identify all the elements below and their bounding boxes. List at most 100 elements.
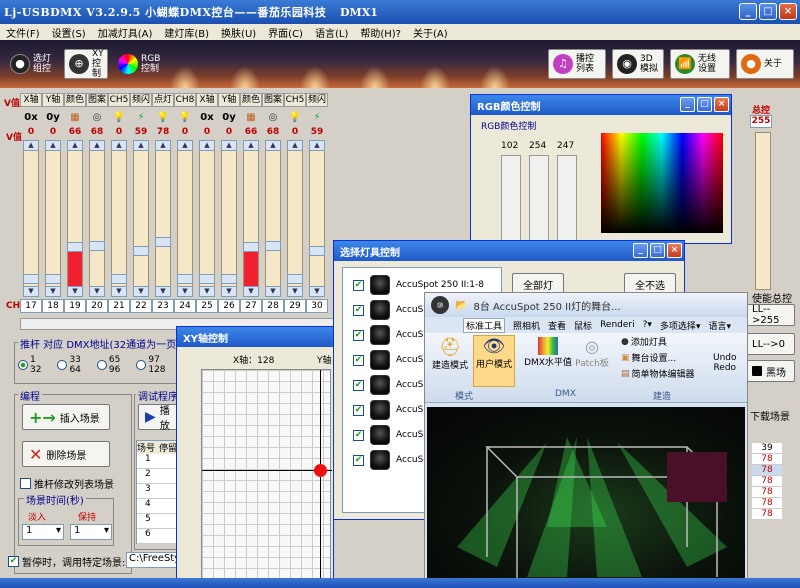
- pause-row[interactable]: ✔ 暂停时，调用特定场景:: [8, 554, 125, 569]
- menu-help[interactable]: 帮助(H)?: [360, 25, 401, 40]
- tab-standard-tools[interactable]: 标准工具: [463, 317, 506, 333]
- blue-slider[interactable]: [557, 155, 577, 243]
- slider-thumb[interactable]: [199, 274, 215, 284]
- table-row[interactable]: 3: [137, 484, 179, 499]
- fixture-checkbox[interactable]: ✔: [353, 279, 364, 291]
- red-slider[interactable]: [501, 155, 521, 243]
- fixture-list-item[interactable]: ✔ AccuS: [353, 399, 423, 421]
- fixture-list-item[interactable]: ✔ AccuS: [353, 299, 423, 321]
- menu-interface[interactable]: 界面(C): [268, 25, 303, 40]
- list-item[interactable]: 78: [752, 454, 782, 465]
- fixture-checkbox[interactable]: ✔: [353, 329, 364, 341]
- table-row[interactable]: 6: [137, 529, 179, 544]
- color-icon[interactable]: ▦: [240, 108, 262, 126]
- strobe-icon[interactable]: ⚡: [306, 108, 328, 126]
- color-icon[interactable]: ▦: [64, 108, 86, 126]
- menu-add-lights[interactable]: 加减灯具(A): [98, 25, 153, 40]
- table-row[interactable]: 5: [137, 514, 179, 529]
- menu-skin[interactable]: 换肤(U): [221, 25, 256, 40]
- table-row[interactable]: 4: [137, 499, 179, 514]
- fixture-checkbox[interactable]: ✔: [353, 404, 364, 416]
- green-slider[interactable]: [529, 155, 549, 243]
- 0y-icon[interactable]: 0y: [218, 108, 240, 126]
- push-page-option[interactable]: 33 64: [57, 355, 81, 375]
- push-page-option[interactable]: 65 96: [96, 355, 120, 375]
- ll-255-button[interactable]: LL-->255: [745, 304, 795, 326]
- patch-button[interactable]: ◎ Patch板: [575, 337, 609, 387]
- menu-about[interactable]: 关于(A): [413, 25, 448, 40]
- fixture-checkbox[interactable]: ✔: [353, 379, 364, 391]
- menu-settings[interactable]: 设置(S): [52, 25, 86, 40]
- fixture-checkbox[interactable]: ✔: [353, 429, 364, 441]
- color-picker[interactable]: [601, 133, 723, 233]
- channel-slider[interactable]: ▲ ▼: [20, 140, 42, 297]
- pause-checkbox[interactable]: ✔: [8, 556, 19, 567]
- channel-slider[interactable]: ▲ ▼: [42, 140, 64, 297]
- bulb-icon[interactable]: 💡: [108, 108, 130, 126]
- master-slider[interactable]: [755, 132, 771, 290]
- channel-slider[interactable]: ▲ ▼: [196, 140, 218, 297]
- select-light-button[interactable]: ● 选灯 组控: [6, 49, 56, 79]
- list-item[interactable]: 78: [752, 476, 782, 487]
- 3d-viewport[interactable]: [427, 407, 745, 587]
- fixture-checkbox[interactable]: ✔: [353, 304, 364, 316]
- play-button[interactable]: ▶ 播放: [138, 404, 178, 432]
- fixture-list-item[interactable]: ✔ AccuS: [353, 374, 423, 396]
- table-row[interactable]: 1: [137, 454, 179, 469]
- slider-thumb[interactable]: [265, 241, 281, 252]
- fixture-checkbox[interactable]: ✔: [353, 354, 364, 366]
- channel-slider[interactable]: ▲ ▼: [86, 140, 108, 297]
- channel-slider[interactable]: ▲ ▼: [130, 140, 152, 297]
- bulb-icon[interactable]: 💡: [284, 108, 306, 126]
- xy-control-button[interactable]: ⊕ XY控制: [64, 49, 108, 79]
- tab-multi-select[interactable]: 多项选择▾: [660, 319, 701, 332]
- tab-view[interactable]: 查看: [548, 319, 566, 332]
- stage-setup-button[interactable]: ▣ 舞台设置...: [621, 351, 676, 365]
- table-row[interactable]: 2: [137, 469, 179, 484]
- slider-thumb[interactable]: [155, 236, 171, 247]
- rgb-min-button[interactable]: _: [680, 97, 695, 112]
- push-page-option[interactable]: 1 32: [18, 355, 41, 375]
- pattern-icon[interactable]: ◎: [262, 108, 284, 126]
- channel-slider[interactable]: ▲ ▼: [240, 140, 262, 297]
- build-mode-button[interactable]: ⛑ 建造模式: [429, 337, 471, 387]
- app-orb-icon[interactable]: ⑩: [431, 296, 449, 314]
- modify-checkbox[interactable]: [20, 478, 31, 489]
- slider-thumb[interactable]: [23, 274, 39, 284]
- menu-language[interactable]: 语言(L): [315, 25, 348, 40]
- list-item[interactable]: 39: [752, 443, 782, 454]
- rgb-close-button[interactable]: ×: [714, 97, 729, 112]
- channel-slider[interactable]: ▲ ▼: [64, 140, 86, 297]
- hold-select[interactable]: 1 ▾: [70, 524, 112, 540]
- ll-0-button[interactable]: LL-->0: [745, 333, 795, 355]
- undo-redo-button[interactable]: Undo Redo: [713, 353, 737, 373]
- slider-thumb[interactable]: [243, 242, 259, 253]
- channel-slider[interactable]: ▲ ▼: [218, 140, 240, 297]
- fixture-list-item[interactable]: ✔ AccuS: [353, 349, 423, 371]
- rgb-control-button[interactable]: RGB 控制: [114, 49, 164, 79]
- list-item[interactable]: 78: [752, 465, 782, 476]
- 0y-icon[interactable]: 0y: [42, 108, 64, 126]
- tab-language[interactable]: 语言▾: [708, 319, 731, 332]
- 0x-icon[interactable]: 0x: [20, 108, 42, 126]
- slider-thumb[interactable]: [89, 241, 105, 252]
- channel-slider[interactable]: ▲ ▼: [108, 140, 130, 297]
- slider-thumb[interactable]: [221, 274, 237, 284]
- channel-slider[interactable]: ▲ ▼: [284, 140, 306, 297]
- scene-table[interactable]: 场号 停留 123456: [136, 440, 180, 544]
- tab-help[interactable]: ?▾: [643, 320, 652, 330]
- dot-icon[interactable]: 💡: [152, 108, 174, 126]
- tab-camera[interactable]: 照相机: [513, 319, 540, 332]
- slider-thumb[interactable]: [309, 245, 325, 256]
- download-label[interactable]: 下载场景: [750, 408, 790, 423]
- menu-file[interactable]: 文件(F): [6, 25, 40, 40]
- modify-check-row[interactable]: 推杆修改列表场景: [20, 476, 114, 491]
- bulb-icon[interactable]: 💡: [174, 108, 196, 126]
- slider-thumb[interactable]: [111, 274, 127, 284]
- menu-build-library[interactable]: 建灯库(B): [164, 25, 209, 40]
- 3d-sim-button[interactable]: ◉ 3D 模拟: [612, 49, 664, 79]
- slider-thumb[interactable]: [67, 242, 83, 253]
- folder-icon[interactable]: 📂: [455, 300, 467, 311]
- channel-slider[interactable]: ▲ ▼: [152, 140, 174, 297]
- minimize-button[interactable]: _: [739, 3, 757, 20]
